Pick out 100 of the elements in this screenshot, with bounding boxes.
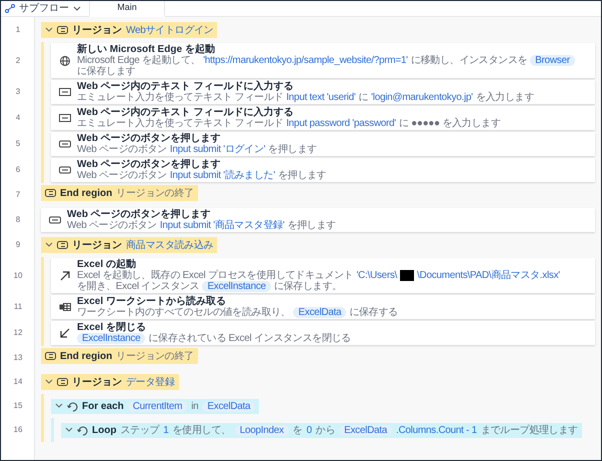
description-text: までループ処理します [480,424,578,436]
redaction-block [400,270,414,281]
action-title: Web ページのボタンを押します [77,159,222,170]
region-header[interactable]: リージョン データ登録 [41,374,179,390]
button-icon [59,164,71,176]
action-card[interactable]: Web ページのボタンを押します Web ページのボタン Input submit 'ログイン' を押します [51,132,595,156]
action-card[interactable]: Excel ワークシートから読み取る ワークシート内のすべてのセルの値を読み取り、 ExcelData に保存する [51,295,595,319]
region-icon [57,239,68,251]
action-title: Excel の起動 [77,259,137,270]
globe-icon [59,54,71,66]
action-card[interactable]: Web ページのボタンを押します Web ページのボタン Input submit '読みました' を押します [51,158,595,182]
variable-token: ExcelData [339,424,392,436]
block-title: For each [82,400,124,412]
block-title: リージョン [72,24,122,36]
description-text: Web ページのボタン [67,220,157,231]
action-card[interactable]: Web ページ内のテキスト フィールドに入力する エミュレート入力を使ってテキスト フィールド Input text 'userid' に 'login@marukentokyo.jp' を入力します [51,80,595,104]
region-icon [57,376,68,388]
line-number: 16 [12,424,24,436]
line-number: 9 [14,239,22,251]
parameter-value: 0 [306,424,312,436]
action-title: Web ページ内のテキスト フィールドに入力する [77,81,294,92]
subflows-dropdown[interactable]: サブフロー [19,1,81,16]
description-text: を開き、Excel インスタンス [77,281,200,292]
parameter-value: Webサイトログイン [126,24,214,36]
description-text: ワークシート内のすべてのセルの値を読み取り、 [77,307,290,318]
tab[interactable]: Main [89,1,165,17]
parameter-value: 商品マスタ読み込み [126,240,214,250]
description-text: から [316,424,336,436]
parameter-value: 'C:\Users\ [356,270,398,281]
description-text: ステップ [120,424,160,436]
block-title: リージョン [72,240,122,250]
parameter-value: Input password 'password' [286,118,396,129]
variable-token: LoopIndex [234,424,289,436]
spreadsheet-icon [59,301,71,313]
description-text: を入力します [476,92,534,103]
region-icon [57,24,68,36]
description-text: に移動し、インスタンスを [410,55,528,66]
line-number: 10 [12,270,24,282]
parameter-value: Input text 'userid' [286,92,356,103]
text-field-icon [59,86,71,98]
description-text: を [292,424,302,436]
variable-token: Browser [530,55,575,66]
line-number: 13 [12,352,24,364]
description-text: を押します [278,170,326,181]
description-text: に [358,92,368,103]
button-icon [49,214,61,226]
description-text: エミュレート入力を使ってテキスト フィールド [77,92,284,103]
description-text: Excel を起動し、既存の Excel プロセスを使用してドキュメント [77,270,354,281]
action-title: Excel を閉じる [77,322,147,333]
variable-token: ExcelData [293,307,346,318]
chevron-down-icon [73,5,81,12]
loop-icon [77,424,88,436]
line-number: 14 [12,376,24,388]
action-card[interactable]: Excel を閉じる ExcelInstance に保存されている Excel インスタンスを閉じる [51,321,595,345]
line-number: 5 [14,138,22,150]
line-number: 8 [14,214,22,226]
variable-token: CurrentItem [128,400,188,412]
action-card[interactable]: Web ページ内のテキスト フィールドに入力する エミュレート入力を使ってテキスト フィールド Input password 'password' に ●●●●● を入力します [51,106,595,130]
variable-token: ExcelInstance [202,281,271,292]
loop-block[interactable]: Loop ステップ 1 を使用して、 LoopIndex を 0 から ExcelData .Columns.Count - 1 までループ処理します [61,422,582,438]
action-title: 新しい Microsoft Edge を起動 [77,44,216,55]
action-card[interactable]: 新しい Microsoft Edge を起動 Microsoft Edge を起動して、 'https://marukentokyo.jp/sample_website/?prm=1' に移動し、インスタンスを Browser に保存します [51,43,595,78]
parameter-value: 1 [163,424,169,436]
action-title: Web ページのボタンを押します [77,133,222,144]
line-number: 4 [14,112,22,124]
line-number: 12 [12,327,24,339]
line-number: 3 [14,86,22,98]
action-title: Web ページのボタンを押します [67,209,212,220]
action-title: Web ページ内のテキスト フィールドに入力する [77,107,294,118]
parameter-value: 'login@marukentokyo.jp' [371,92,473,103]
action-card[interactable]: Excel の起動 Excel を起動し、既存の Excel プロセスを使用してドキュメント 'C:\Users\ \Documents\PAD\商品マスタ.xlsx' を開き、Excel インスタンス ExcelInstance に保存します。 [51,258,595,293]
line-number: 1 [14,24,22,36]
parameter-value: \Documents\PAD\商品マスタ.xlsx' [417,270,560,281]
description-text: Microsoft Edge を起動して、 [77,55,200,66]
line-number: 7 [14,189,22,201]
arrow-down-left-icon [59,327,71,339]
button-icon [59,138,71,150]
block-title: Loop [92,424,116,436]
parameter-value: 'https://marukentokyo.jp/sample_website/?prm=1' [203,55,408,66]
description-text: を使用して、 [172,424,231,436]
description-text: に保存します。 [274,281,342,292]
parameter-value: Input submit 'ログイン' [170,144,266,155]
line-number: 15 [12,400,24,412]
description-text: に保存します [77,66,136,77]
block-title: End region [60,350,112,362]
description-text: in [191,400,198,412]
subflow-icon [5,4,15,13]
line-number: 11 [12,301,24,313]
region-header[interactable]: リージョン 商品マスタ読み込み [41,237,218,253]
block-title: リージョン [72,376,122,388]
action-title: Excel ワークシートから読み取る [77,296,227,307]
description-text: Web ページのボタン [77,144,167,155]
region-icon [45,187,56,199]
action-card[interactable]: Web ページのボタンを押します Web ページのボタン Input submit '商品マスタ登録' を押します [41,208,595,232]
region-header[interactable]: リージョン Webサイトログイン [41,22,218,38]
arrow-up-right-icon [59,270,71,282]
description-text: に保存する [349,307,398,318]
for-each-block[interactable]: For each CurrentItem in ExcelData [51,398,260,414]
description-text: Web ページのボタン [77,170,167,181]
description-text: リージョンの終了 [116,350,194,362]
